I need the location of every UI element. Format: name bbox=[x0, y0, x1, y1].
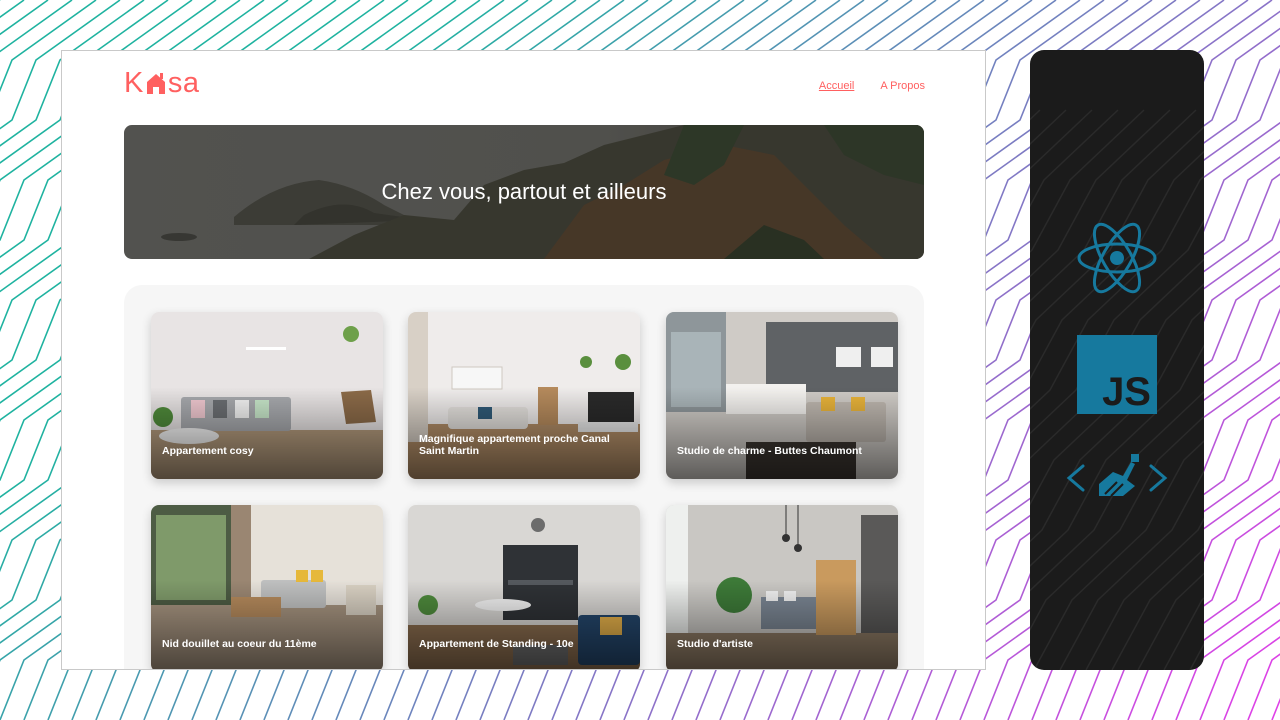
listings-gallery: Appartement cosy Magnifique appartement … bbox=[124, 285, 924, 669]
nav-link-accueil[interactable]: Accueil bbox=[819, 80, 854, 92]
listing-card[interactable]: Appartement cosy bbox=[151, 312, 383, 479]
website-preview: K sa Accueil A Propos Chez vous, partout… bbox=[61, 50, 986, 670]
listing-title: Magnifique appartement proche Canal Sain… bbox=[419, 433, 610, 457]
main-nav: Accueil A Propos bbox=[819, 80, 925, 92]
javascript-icon: JS bbox=[1077, 335, 1157, 414]
js-label: JS bbox=[1102, 370, 1151, 414]
listing-card[interactable]: Appartement de Standing - 10e bbox=[408, 505, 640, 669]
panel-stripe bbox=[1163, 597, 1204, 670]
banner-title: Chez vous, partout et ailleurs bbox=[381, 179, 667, 204]
logo-letters-sa: sa bbox=[167, 67, 200, 99]
house-icon bbox=[146, 73, 165, 94]
listing-title: Studio d'artiste bbox=[677, 638, 754, 650]
listing-title: Appartement de Standing - 10e bbox=[419, 638, 574, 650]
listing-card[interactable]: Magnifique appartement proche Canal Sain… bbox=[408, 312, 640, 479]
listing-card[interactable]: Studio d'artiste bbox=[666, 505, 898, 669]
listing-card[interactable]: Nid douillet au coeur du 11ème bbox=[151, 505, 383, 669]
listing-title: Appartement cosy bbox=[162, 445, 254, 457]
tech-stack-panel: JS bbox=[1030, 50, 1204, 670]
sass-icon bbox=[1066, 454, 1168, 497]
hero-banner: Chez vous, partout et ailleurs bbox=[124, 125, 924, 259]
nav-link-a-propos[interactable]: A Propos bbox=[880, 80, 925, 92]
react-icon bbox=[1077, 222, 1157, 294]
pattern-line bbox=[1223, 636, 1280, 720]
listing-title: Studio de charme - Buttes Chaumont bbox=[677, 445, 862, 457]
logo-letter-k: K bbox=[124, 67, 144, 99]
listing-card[interactable]: Studio de charme - Buttes Chaumont bbox=[666, 312, 898, 479]
listing-title: Nid douillet au coeur du 11ème bbox=[162, 638, 317, 650]
kasa-logo[interactable]: K sa bbox=[124, 67, 200, 99]
site-header: K sa Accueil A Propos bbox=[124, 69, 925, 99]
pattern-line bbox=[1271, 697, 1280, 720]
